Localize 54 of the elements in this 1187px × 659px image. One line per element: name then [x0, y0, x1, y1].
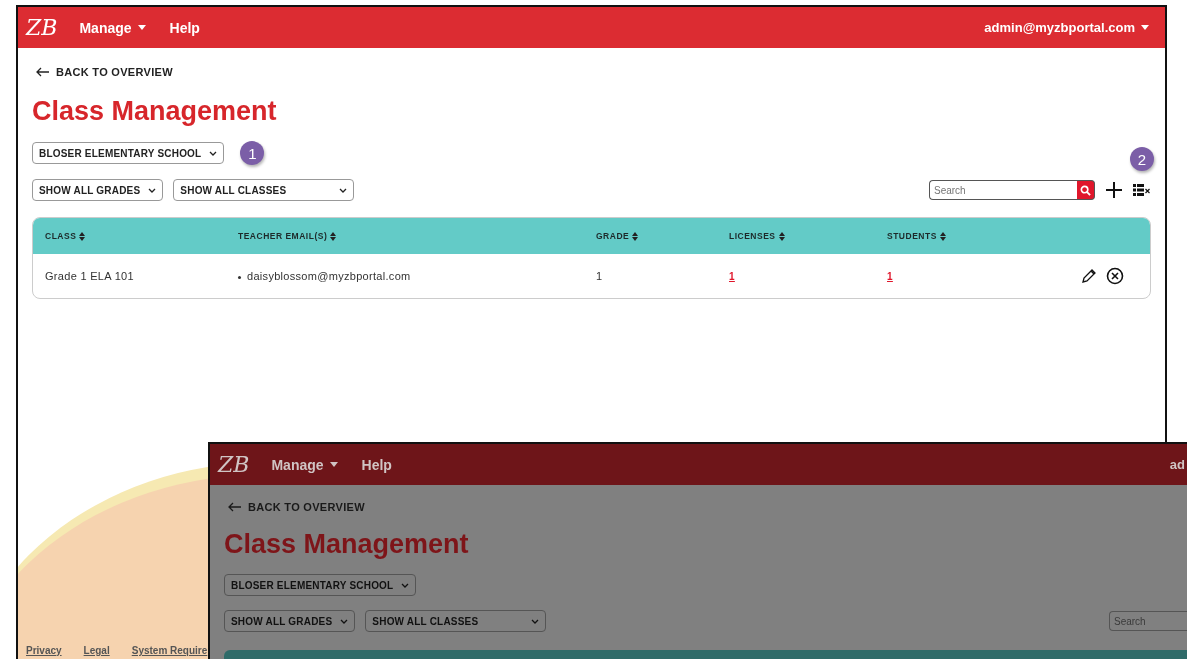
- sort-icon: [939, 231, 946, 241]
- menu-item[interactable]: Help: [169, 19, 200, 36]
- school-select[interactable]: BLOSER ELEMENTARY SCHOOL: [32, 142, 225, 164]
- school-select[interactable]: BLOSER ELEMENTARY SCHOOL: [224, 574, 417, 596]
- callout-badge: 2: [1130, 147, 1154, 171]
- column-header[interactable]: TEACHER EMAIL(S): [238, 231, 596, 241]
- sort-icon: [330, 231, 337, 241]
- table-cell-text: 1: [596, 270, 604, 282]
- column-header[interactable]: LICENSES: [729, 231, 887, 241]
- user-menu[interactable]: ad: [1169, 457, 1185, 472]
- menu-item[interactable]: Help: [361, 456, 392, 473]
- menu-item[interactable]: Manage: [271, 456, 338, 473]
- callout-badge: 1: [240, 141, 265, 165]
- chevron-icon: [531, 618, 540, 624]
- logo[interactable]: ZB: [26, 15, 58, 40]
- user-menu[interactable]: admin@myzbportal.com: [984, 20, 1149, 35]
- teacher-email: daisyblossom@myzbportal.com: [238, 270, 596, 282]
- delete-icon[interactable]: [1106, 267, 1124, 285]
- sort-icon: [79, 231, 86, 241]
- column-header[interactable]: STUDENTS: [887, 231, 1080, 241]
- arrow-left-icon: [228, 502, 242, 512]
- search-field[interactable]: Search: [1109, 611, 1187, 631]
- caret-icon: [329, 462, 338, 467]
- chevron-icon: [401, 582, 410, 588]
- chevron-icon: [148, 187, 157, 193]
- chevron-icon: [339, 187, 348, 193]
- logo[interactable]: ZB: [218, 452, 250, 477]
- sort-icon: [778, 231, 785, 241]
- arrow-left-icon: [36, 67, 50, 77]
- page-title: Class Management: [224, 529, 470, 560]
- column-header[interactable]: CLASS: [45, 231, 238, 241]
- menu-item[interactable]: Manage: [79, 19, 146, 36]
- page-title: Class Management: [32, 96, 278, 127]
- filter-select[interactable]: SHOW ALL CLASSES: [173, 179, 355, 201]
- students-link[interactable]: 1: [887, 271, 893, 282]
- footer-link[interactable]: Legal: [83, 645, 110, 656]
- licenses-link[interactable]: 1: [729, 271, 735, 282]
- columns-clear-icon[interactable]: [1133, 183, 1151, 197]
- back-link[interactable]: BACK TO OVERVIEW: [228, 501, 1187, 513]
- table-cell-text: Grade 1 ELA 101: [45, 270, 135, 282]
- chevron-icon: [340, 618, 349, 624]
- filter-select[interactable]: SHOW ALL CLASSES: [365, 610, 547, 632]
- add-icon[interactable]: [1105, 181, 1123, 199]
- footer-link[interactable]: System Require: [131, 645, 208, 656]
- footer-link[interactable]: Privacy: [26, 645, 62, 656]
- back-link[interactable]: BACK TO OVERVIEW: [36, 66, 1151, 78]
- filter-select[interactable]: SHOW ALL GRADES: [224, 610, 356, 632]
- caret-icon: [1141, 25, 1149, 30]
- chevron-icon: [209, 150, 218, 156]
- edit-icon[interactable]: [1080, 267, 1098, 285]
- caret-icon: [137, 25, 146, 30]
- sort-icon: [632, 231, 639, 241]
- column-header[interactable]: GRADE: [596, 231, 729, 241]
- filter-select[interactable]: SHOW ALL GRADES: [32, 179, 164, 201]
